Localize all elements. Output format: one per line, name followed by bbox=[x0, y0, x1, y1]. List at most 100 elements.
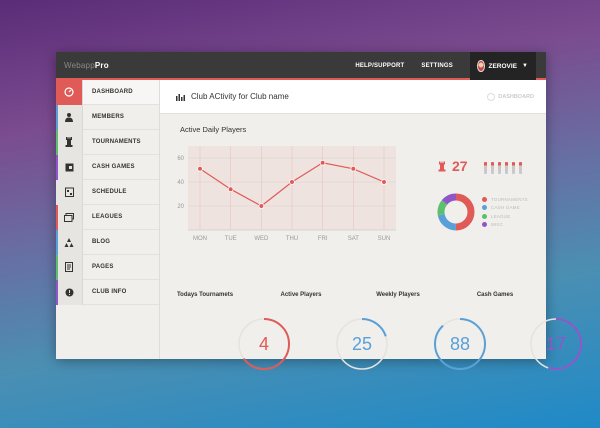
dashboard-icon bbox=[487, 93, 496, 101]
rook-mini-icon bbox=[505, 162, 508, 174]
sidebar-item-schedule[interactable]: SCHEDULE bbox=[56, 179, 159, 205]
active-players-gauge: 25 bbox=[332, 314, 392, 374]
sidebar-item-leagues[interactable]: LEAGUES bbox=[56, 204, 159, 230]
content-header: Club ACtivity for Club name DASHBOARD bbox=[160, 80, 546, 114]
rook-icon bbox=[438, 161, 446, 171]
y-tick-label: 20 bbox=[177, 204, 184, 210]
logo[interactable]: WebappPro bbox=[64, 61, 109, 70]
sidebar-item-label: MEMBERS bbox=[92, 114, 125, 120]
accent-bar bbox=[56, 255, 58, 280]
sidebar-item-label: BLOG bbox=[92, 239, 111, 245]
sidebar-item-label: DASHBOARD bbox=[92, 89, 133, 95]
stat-weekly-players: Weekly Players bbox=[353, 292, 443, 298]
page-title: Club ACtivity for Club name bbox=[191, 92, 289, 101]
sidebar-item-label: TOURNAMENTS bbox=[92, 139, 141, 145]
breadcrumb[interactable]: DASHBOARD bbox=[487, 93, 534, 101]
y-tick-label: 60 bbox=[177, 156, 184, 162]
legend-swatch bbox=[482, 197, 487, 202]
app-window: WebappPro HELP/SUPPORT SETTINGS ZEROVIE … bbox=[56, 52, 582, 370]
rook-mini-icon bbox=[484, 162, 487, 174]
x-tick-label: MON bbox=[193, 236, 207, 242]
sidebar-item-club-info[interactable]: CLUB INFO bbox=[56, 279, 159, 305]
legend-swatch bbox=[482, 221, 487, 227]
accent-bar bbox=[56, 105, 58, 130]
legend-swatch bbox=[482, 213, 487, 219]
main-content: Club ACtivity for Club name DASHBOARD Ac… bbox=[160, 80, 582, 370]
sidebar-item-label: PAGES bbox=[92, 264, 114, 270]
sidebar-item-tournaments[interactable]: TOURNAMENTS bbox=[56, 129, 159, 155]
legend-swatch bbox=[482, 205, 487, 211]
stat-cash-games: Cash Games bbox=[450, 292, 540, 298]
tournaments-count-value: 27 bbox=[452, 158, 468, 174]
x-tick-label: TUE bbox=[225, 236, 237, 242]
sidebar-item-cash-games[interactable]: CASH GAMES bbox=[56, 154, 159, 180]
legend-label: TOURNAMENTS bbox=[491, 197, 528, 202]
accent-bar bbox=[56, 205, 58, 230]
rook-indicator-row bbox=[484, 162, 526, 174]
stat-title: Weekly Players bbox=[376, 292, 420, 298]
legend-label: LEAGUE bbox=[491, 213, 511, 219]
x-tick-label: THU bbox=[286, 236, 298, 242]
schedule-icon bbox=[56, 179, 83, 205]
donut-legend: TOURNAMENTS CASH GAME LEAGUE MISC bbox=[482, 197, 528, 230]
legend-item: TOURNAMENTS bbox=[482, 197, 528, 202]
top-nav: HELP/SUPPORT SETTINGS ZEROVIE ▼ bbox=[338, 52, 536, 80]
data-point bbox=[381, 179, 387, 185]
sidebar-item-label: CLUB INFO bbox=[92, 289, 127, 295]
plot-area bbox=[188, 146, 396, 230]
sidebar-item-label: SCHEDULE bbox=[92, 189, 127, 195]
members-icon bbox=[56, 104, 83, 130]
data-point bbox=[350, 165, 357, 172]
blog-icon bbox=[56, 229, 83, 255]
data-point bbox=[258, 203, 265, 209]
sidebar-item-pages[interactable]: PAGES bbox=[56, 254, 159, 280]
legend-item: MISC bbox=[482, 221, 528, 227]
logo-light-text: Webapp bbox=[64, 61, 95, 70]
gauge-value: 25 bbox=[351, 333, 373, 354]
rook-mini-icon bbox=[491, 162, 494, 174]
accent-bar bbox=[56, 130, 58, 155]
data-point bbox=[227, 186, 234, 192]
rook-mini-icon bbox=[519, 162, 522, 174]
stat-title: Todays Tournamets bbox=[176, 292, 234, 298]
avatar bbox=[477, 60, 485, 72]
sidebar-item-label: LEAGUES bbox=[92, 214, 123, 220]
sidebar-item-label: CASH GAMES bbox=[92, 164, 135, 170]
stat-title: Active Players bbox=[280, 292, 322, 298]
accent-bar bbox=[56, 155, 58, 180]
top-bar: WebappPro HELP/SUPPORT SETTINGS ZEROVIE … bbox=[56, 52, 546, 80]
username: ZEROVIE bbox=[488, 62, 518, 70]
legend-label: MISC bbox=[491, 221, 504, 227]
legend-item: CASH GAME bbox=[482, 205, 528, 211]
legend-label: CASH GAME bbox=[491, 205, 520, 211]
game-type-donut-chart bbox=[437, 193, 475, 231]
x-tick-label: WED bbox=[254, 236, 269, 242]
help-support-link[interactable]: HELP/SUPPORT bbox=[355, 63, 404, 69]
data-point bbox=[289, 179, 295, 185]
tournaments-count: 27 bbox=[438, 158, 468, 174]
data-point bbox=[319, 159, 326, 166]
sidebar-item-members[interactable]: MEMBERS bbox=[56, 104, 159, 130]
rook-mini-icon bbox=[498, 162, 501, 174]
cards-icon bbox=[56, 204, 83, 230]
data-point bbox=[197, 165, 203, 172]
gauge-value: 17 bbox=[545, 333, 567, 354]
settings-link[interactable]: SETTINGS bbox=[421, 63, 453, 69]
wallet-icon bbox=[56, 154, 83, 180]
x-tick-label: FRI bbox=[318, 236, 328, 242]
y-tick-label: 40 bbox=[177, 180, 184, 186]
sidebar-item-blog[interactable]: BLOG bbox=[56, 229, 159, 255]
gauge-value: 88 bbox=[449, 333, 471, 354]
rook-mini-icon bbox=[512, 162, 515, 174]
stat-title: Cash Games bbox=[476, 292, 514, 298]
logo-bold-text: Pro bbox=[94, 61, 109, 70]
user-menu[interactable]: ZEROVIE ▼ bbox=[470, 52, 536, 80]
accent-bar bbox=[56, 280, 58, 305]
info-icon bbox=[56, 279, 83, 305]
bar-chart-icon bbox=[176, 94, 185, 101]
chart-title: Active Daily Players bbox=[180, 125, 247, 134]
dashboard-icon bbox=[56, 79, 83, 105]
sidebar-item-dashboard[interactable]: DASHBOARD bbox=[56, 79, 159, 105]
chevron-down-icon: ▼ bbox=[522, 63, 528, 69]
breadcrumb-label: DASHBOARD bbox=[498, 94, 534, 100]
